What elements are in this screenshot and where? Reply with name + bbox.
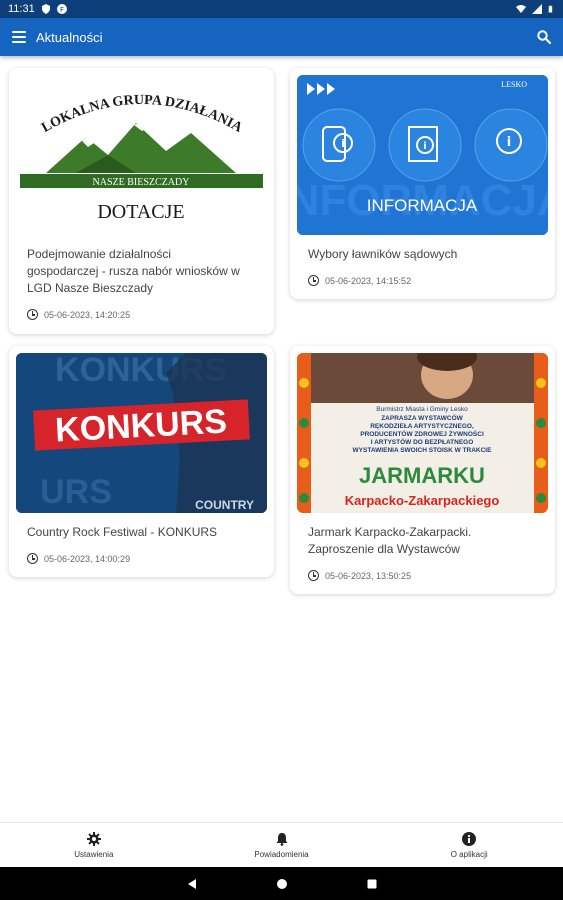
news-date: 05-06-2023, 14:20:25 (27, 309, 130, 320)
news-title: Jarmark Karpacko-Zakarpacki. Zaproszenie… (308, 525, 472, 556)
image-text-line5: I ARTYSTÓW DO BEZPŁATNEGO (371, 437, 474, 446)
app-bar: Aktualności (0, 18, 563, 56)
svg-text:URS: URS (40, 473, 112, 511)
recents-icon[interactable] (366, 878, 378, 890)
shield-icon (41, 4, 50, 14)
clock-icon (27, 309, 38, 320)
news-date: 05-06-2023, 13:50:25 (308, 570, 411, 581)
image-main-text: INFORMACJA (367, 196, 478, 215)
news-image: KONKURS URS KONKURS COUNTRY (16, 353, 267, 513)
nav-label-notifications: Powiadomienia (254, 849, 309, 859)
nav-label-settings: Ustawienia (74, 849, 114, 859)
image-logo-text: LESKO (501, 80, 527, 89)
news-image: LOKALNA GRUPA DZIAŁANIA NASZE BIESZCZADY… (16, 75, 267, 235)
news-date: 05-06-2023, 14:15:52 (308, 275, 411, 286)
svg-text:i: i (341, 137, 345, 150)
image-text-line2: ZAPRASZA WYSTAWCÓW (381, 413, 463, 422)
news-title: Podejmowanie działalności gospodarczej -… (27, 247, 240, 295)
app-notification-icon: F (56, 4, 67, 14)
news-card[interactable]: LOKALNA GRUPA DZIAŁANIA NASZE BIESZCZADY… (9, 68, 274, 334)
image-text-line3: RĘKODZIEŁA ARTYSTYCZNEGO, (370, 423, 474, 430)
nav-label-about: O aplikacji (450, 849, 488, 859)
gear-icon (86, 831, 101, 846)
image-text-line6: WYSTAWIENIA SWOICH STOISK W TRAKCIE (353, 447, 493, 454)
nav-item-notifications[interactable]: Powiadomienia (188, 823, 376, 867)
svg-text:i: i (423, 141, 426, 152)
battery-icon (548, 5, 553, 13)
news-card[interactable]: Burmistrz Miasta i Gminy Lesko ZAPRASZA … (290, 346, 555, 594)
status-time: 11:31 (8, 3, 35, 15)
signal-icon (532, 4, 542, 14)
menu-icon[interactable] (12, 31, 26, 43)
image-banner-text: NASZE BIESZCZADY (93, 177, 190, 188)
clock-icon (308, 570, 319, 581)
home-icon[interactable] (276, 878, 288, 890)
news-card[interactable]: LESKO i i i INFORMACJA INFORMACJA Wybory… (290, 68, 555, 299)
news-title: Country Rock Festiwal - KONKURS (27, 525, 218, 539)
status-bar: 11:31 F (0, 0, 563, 18)
system-navigation-bar (0, 867, 563, 900)
news-title: Wybory ławników sądowych (308, 247, 458, 261)
nav-item-about[interactable]: O aplikacji (375, 823, 563, 867)
clock-icon (27, 553, 38, 564)
news-image: LESKO i i i INFORMACJA INFORMACJA (297, 75, 548, 235)
image-corner-text: COUNTRY (195, 498, 254, 512)
clock-icon (308, 275, 319, 286)
svg-text:F: F (60, 6, 64, 14)
news-date: 05-06-2023, 14:00:29 (27, 553, 130, 564)
image-big-text: JARMARKU (359, 463, 485, 488)
search-icon[interactable] (537, 30, 551, 44)
image-bottom-text: DOTACJE (97, 201, 184, 223)
image-sub-text: Karpacko-Zakarpackiego (345, 493, 500, 508)
wifi-icon (516, 5, 526, 13)
bottom-navigation: Ustawienia Powiadomienia O aplikacji (0, 822, 563, 867)
bell-icon (276, 832, 287, 846)
nav-item-settings[interactable]: Ustawienia (0, 823, 188, 867)
news-grid: LOKALNA GRUPA DZIAŁANIA NASZE BIESZCZADY… (0, 56, 563, 822)
back-icon[interactable] (186, 878, 198, 890)
news-image: Burmistrz Miasta i Gminy Lesko ZAPRASZA … (297, 353, 548, 513)
page-title: Aktualności (36, 29, 103, 45)
info-icon (462, 831, 477, 846)
svg-text:i: i (507, 135, 511, 150)
image-text-line4: PRODUCENTÓW ZDROWEJ ŻYWNOŚCI (360, 429, 484, 438)
news-card[interactable]: KONKURS URS KONKURS COUNTRY Country Rock… (9, 346, 274, 577)
image-text-line1: Burmistrz Miasta i Gminy Lesko (376, 406, 468, 413)
